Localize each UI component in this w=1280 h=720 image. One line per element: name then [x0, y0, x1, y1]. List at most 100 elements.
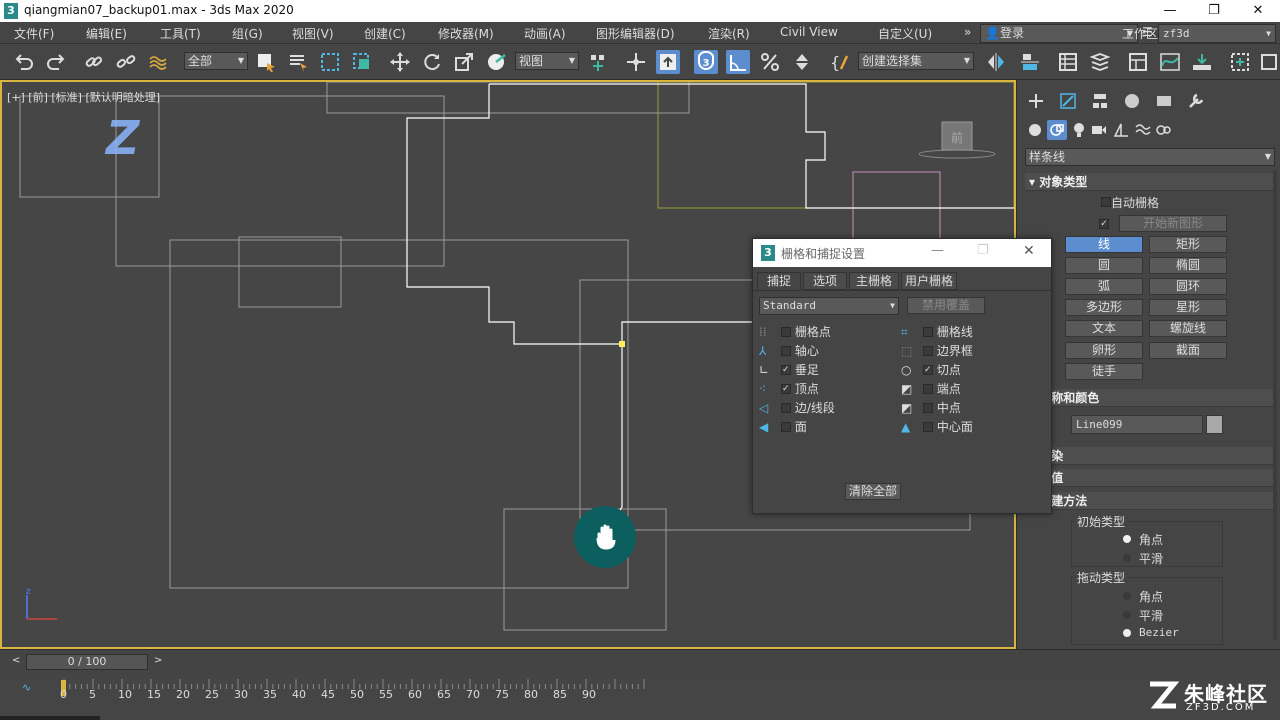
snap-center-face[interactable]: ▲ 中心面: [901, 418, 973, 435]
tab-user-grids[interactable]: 用户栅格: [901, 272, 957, 290]
menu-edit[interactable]: 编辑(E): [86, 25, 127, 42]
motion-tab-icon[interactable]: [1123, 92, 1141, 113]
donut-button[interactable]: 圆环: [1149, 278, 1227, 295]
percent-snap-icon[interactable]: [758, 50, 782, 74]
snap-vertex[interactable]: ⁖ ✓ 顶点: [759, 380, 819, 397]
menu-modifiers[interactable]: 修改器(M): [438, 25, 494, 42]
dialog-title-bar[interactable]: 3 栅格和捕捉设置 — ❐ ✕: [753, 239, 1051, 267]
mirror-icon[interactable]: [984, 50, 1008, 74]
close-button[interactable]: ✕: [1236, 0, 1280, 22]
drag-bezier-radio[interactable]: [1123, 629, 1131, 637]
snap-grid-points[interactable]: ⁞⁞ 栅格点: [759, 323, 831, 340]
tab-options[interactable]: 选项: [803, 272, 847, 290]
snap-midpoint[interactable]: ◩ 中点: [901, 399, 961, 416]
select-manipulate-icon[interactable]: [624, 50, 648, 74]
bounding-box-checkbox[interactable]: [922, 345, 933, 356]
drag-smooth-radio[interactable]: [1123, 611, 1131, 619]
redo-icon[interactable]: [44, 50, 68, 74]
modify-tab-icon[interactable]: [1059, 92, 1077, 113]
circle-button[interactable]: 圆: [1065, 257, 1143, 274]
display-tab-icon[interactable]: [1155, 92, 1173, 113]
layer-explorer-icon[interactable]: [1088, 50, 1112, 74]
trackbar[interactable]: ∿ 0 5 10 15 20 25 30 35 40 45 50 55 60 65 70 75 80 85 90: [0, 675, 1280, 720]
tab-home-grid[interactable]: 主栅格: [849, 272, 899, 290]
named-selection-dropdown[interactable]: 创建选择集 ▼: [858, 52, 974, 70]
line-button[interactable]: 线: [1065, 236, 1143, 253]
undo-icon[interactable]: [12, 50, 36, 74]
midpoint-checkbox[interactable]: [922, 402, 933, 413]
move-icon[interactable]: [388, 50, 412, 74]
snap-edge-segment[interactable]: ◁ 边/线段: [759, 399, 835, 416]
perpendicular-checkbox[interactable]: ✓: [780, 364, 791, 375]
selection-filter-dropdown[interactable]: 全部 ▼: [184, 52, 248, 70]
unlink-icon[interactable]: [114, 50, 138, 74]
chevron-right-icon[interactable]: >: [154, 655, 162, 666]
viewport-label-menu[interactable]: [+] [前] [标准] [默认明暗处理]: [7, 89, 160, 105]
pivot-center-icon[interactable]: [586, 50, 610, 74]
initial-smooth-radio[interactable]: [1123, 554, 1131, 562]
snaps-toggle-icon[interactable]: 3: [694, 50, 718, 74]
spline-rect[interactable]: [326, 82, 690, 114]
face-checkbox[interactable]: [780, 421, 791, 432]
start-new-shape-button[interactable]: 开始新图形: [1119, 215, 1227, 232]
creation-method-rollout-header[interactable]: ▾ 创建方法: [1025, 492, 1275, 510]
snap-perpendicular[interactable]: ∟ ✓ 垂足: [759, 361, 819, 378]
menu-civil-view[interactable]: Civil View: [780, 25, 838, 39]
rotate-icon[interactable]: [420, 50, 444, 74]
edit-named-selection-icon[interactable]: {: [828, 50, 852, 74]
menu-tools[interactable]: 工具(T): [160, 25, 201, 42]
star-button[interactable]: 星形: [1149, 299, 1227, 316]
select-by-name-icon[interactable]: [286, 50, 310, 74]
center-face-checkbox[interactable]: [922, 421, 933, 432]
workspace-dropdown[interactable]: zf3d ▼: [1158, 24, 1276, 43]
login-dropdown[interactable]: 👤登录 ▼: [980, 24, 1138, 43]
align-icon[interactable]: [1018, 50, 1042, 74]
spinner-snap-icon[interactable]: [790, 50, 814, 74]
clear-all-button[interactable]: 清除全部: [845, 483, 901, 500]
spline-rect[interactable]: [238, 236, 342, 308]
menu-customize[interactable]: 自定义(U): [878, 25, 932, 42]
drag-corner-radio[interactable]: [1123, 592, 1131, 600]
panel-scrollbar[interactable]: [1273, 170, 1277, 640]
time-slider[interactable]: 0 / 100: [26, 654, 148, 670]
keyboard-shortcut-toggle-icon[interactable]: [656, 50, 680, 74]
cameras-category-icon[interactable]: [1091, 122, 1107, 141]
start-new-shape-checkbox[interactable]: ✓: [1099, 219, 1109, 229]
vertex-checkbox[interactable]: ✓: [780, 383, 791, 394]
grid-lines-checkbox[interactable]: [922, 326, 933, 337]
freehand-button[interactable]: 徒手: [1065, 363, 1143, 380]
tab-snaps[interactable]: 捕捉: [757, 272, 801, 290]
material-editor-icon[interactable]: [1228, 50, 1252, 74]
category-dropdown[interactable]: 样条线 ▼: [1025, 148, 1275, 166]
menu-rendering[interactable]: 渲染(R): [708, 25, 750, 42]
snap-pivot[interactable]: ⅄ 轴心: [759, 342, 819, 359]
viewcube[interactable]: 前: [918, 121, 996, 159]
menu-animation[interactable]: 动画(A): [524, 25, 566, 42]
auto-grid-checkbox[interactable]: [1101, 197, 1111, 207]
spline-rect-pink[interactable]: [852, 171, 941, 243]
pivot-checkbox[interactable]: [780, 345, 791, 356]
window-crossing-icon[interactable]: [350, 50, 374, 74]
grid-points-checkbox[interactable]: [780, 326, 791, 337]
rectangular-selection-icon[interactable]: [318, 50, 342, 74]
shapes-category-icon[interactable]: [1047, 120, 1067, 140]
spacewarps-category-icon[interactable]: [1135, 122, 1151, 141]
object-name-field[interactable]: Line099: [1071, 415, 1203, 434]
egg-button[interactable]: 卵形: [1065, 342, 1143, 359]
initial-corner-radio[interactable]: [1123, 535, 1131, 543]
utilities-tab-icon[interactable]: [1187, 92, 1205, 113]
placement-icon[interactable]: [484, 50, 508, 74]
angle-snap-icon[interactable]: [726, 50, 750, 74]
helix-button[interactable]: 螺旋线: [1149, 320, 1227, 337]
bind-spacewarp-icon[interactable]: [146, 50, 170, 74]
snap-endpoint[interactable]: ◩ 端点: [901, 380, 961, 397]
menu-group[interactable]: 组(G): [232, 25, 263, 42]
object-color-swatch[interactable]: [1206, 415, 1223, 434]
schematic-view-icon[interactable]: [1190, 50, 1214, 74]
menu-overflow[interactable]: »: [964, 25, 971, 39]
snap-bounding-box[interactable]: ⬚ 边界框: [901, 342, 973, 359]
ngon-button[interactable]: 多边形: [1065, 299, 1143, 316]
geometry-category-icon[interactable]: [1027, 122, 1043, 141]
toggle-ribbon-icon[interactable]: [1126, 50, 1150, 74]
minimize-button[interactable]: —: [1148, 0, 1192, 22]
